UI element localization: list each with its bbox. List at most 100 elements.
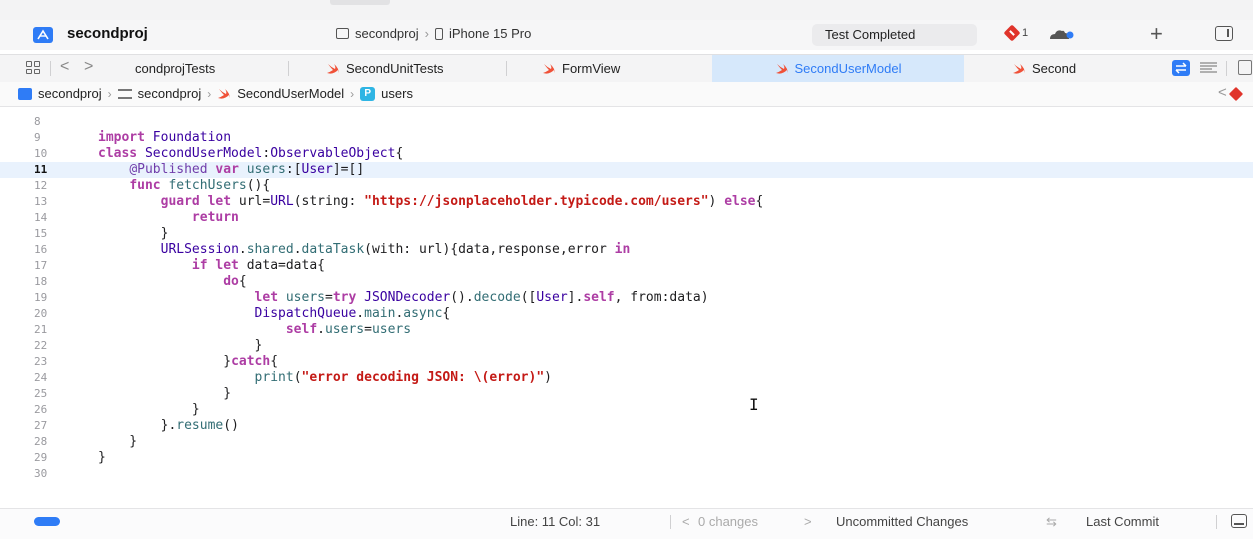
code-text[interactable]: return xyxy=(98,210,239,226)
code-text[interactable]: }.resume() xyxy=(98,418,239,434)
prev-issue-icon[interactable]: < xyxy=(1218,84,1227,101)
back-arrow-icon[interactable]: < xyxy=(60,58,69,76)
code-text[interactable]: func fetchUsers(){ xyxy=(98,178,270,194)
code-text[interactable]: do{ xyxy=(98,274,246,290)
line-number[interactable]: 14 xyxy=(34,210,64,226)
code-line[interactable]: 18 do{ xyxy=(0,274,1253,290)
code-line[interactable]: 11 @Published var users:[User]=[] xyxy=(0,162,1253,178)
line-number[interactable]: 25 xyxy=(34,386,64,402)
line-number[interactable]: 8 xyxy=(34,114,64,130)
forward-arrow-icon[interactable]: > xyxy=(84,58,93,76)
scheme-project[interactable]: secondproj xyxy=(355,26,419,41)
uncommitted-changes[interactable]: Uncommitted Changes xyxy=(836,514,968,529)
code-line[interactable]: 19 let users=try JSONDecoder().decode([U… xyxy=(0,290,1253,306)
code-line[interactable]: 20 DispatchQueue.main.async{ xyxy=(0,306,1253,322)
code-line[interactable]: 27 }.resume() xyxy=(0,418,1253,434)
cursor-position[interactable]: Line: 11 Col: 31 xyxy=(510,514,600,529)
code-line[interactable]: 28 } xyxy=(0,434,1253,450)
code-line[interactable]: 22 } xyxy=(0,338,1253,354)
compare-icon[interactable]: ⇆ xyxy=(1046,514,1057,530)
code-text[interactable]: let users=try JSONDecoder().decode([User… xyxy=(98,290,709,306)
line-number[interactable]: 9 xyxy=(34,130,64,146)
code-line[interactable]: 24 print("error decoding JSON: \(error)"… xyxy=(0,370,1253,386)
code-text[interactable]: } xyxy=(98,226,169,242)
grid-icon[interactable] xyxy=(26,61,40,74)
code-text[interactable]: } xyxy=(98,434,137,450)
last-commit[interactable]: Last Commit xyxy=(1086,514,1159,529)
code-text[interactable]: } xyxy=(98,386,231,402)
tab-seconduserorderl-active[interactable]: SecondUserModel xyxy=(712,55,964,82)
line-number[interactable]: 16 xyxy=(34,242,64,258)
next-change-icon[interactable]: > xyxy=(804,514,812,529)
code-line[interactable]: 26 } xyxy=(0,402,1253,418)
code-text[interactable]: } xyxy=(98,338,263,354)
line-number[interactable]: 18 xyxy=(34,274,64,290)
breadcrumb-item[interactable]: secondproj xyxy=(38,86,102,101)
breadcrumb-item[interactable]: secondproj xyxy=(138,86,202,101)
breadcrumb-item[interactable]: SecondUserModel xyxy=(237,86,344,101)
line-number[interactable]: 23 xyxy=(34,354,64,370)
tab-formview[interactable]: FormView xyxy=(542,55,692,82)
code-line[interactable]: 14 return xyxy=(0,210,1253,226)
add-editor-icon[interactable] xyxy=(1238,60,1252,75)
line-number[interactable]: 12 xyxy=(34,178,64,194)
link-icon[interactable] xyxy=(1172,60,1190,76)
cloud-icon[interactable] xyxy=(1048,28,1074,40)
scheme-device[interactable]: iPhone 15 Pro xyxy=(449,26,531,41)
code-text[interactable]: if let data=data{ xyxy=(98,258,325,274)
line-number[interactable]: 13 xyxy=(34,194,64,210)
code-line[interactable]: 30 xyxy=(0,466,1253,482)
breadcrumb-item[interactable]: users xyxy=(381,86,413,101)
code-text[interactable]: @Published var users:[User]=[] xyxy=(98,162,364,178)
source-editor[interactable]: 8 9 import Foundation 10 class SecondUserMod… xyxy=(0,109,1253,501)
line-number[interactable]: 26 xyxy=(34,402,64,418)
line-number[interactable]: 22 xyxy=(34,338,64,354)
code-line[interactable]: 12 func fetchUsers(){ xyxy=(0,178,1253,194)
sidebar-icon[interactable] xyxy=(1215,26,1233,41)
code-line[interactable]: 23 }catch{ xyxy=(0,354,1253,370)
code-line[interactable]: 15 } xyxy=(0,226,1253,242)
code-line[interactable]: 13 guard let url=URL(string: "https://js… xyxy=(0,194,1253,210)
code-line[interactable]: 16 URLSession.shared.dataTask(with: url)… xyxy=(0,242,1253,258)
code-text[interactable]: print("error decoding JSON: \(error)") xyxy=(98,370,552,386)
code-text[interactable]: URLSession.shared.dataTask(with: url){da… xyxy=(98,242,631,258)
line-number[interactable]: 19 xyxy=(34,290,64,306)
issue-indicator[interactable]: 1 xyxy=(1003,24,1028,42)
code-text[interactable]: import Foundation xyxy=(98,130,231,146)
line-number[interactable]: 27 xyxy=(34,418,64,434)
scheme-selector[interactable]: secondproj › iPhone 15 Pro xyxy=(336,26,531,41)
lines-icon[interactable] xyxy=(1200,62,1217,74)
line-number[interactable]: 30 xyxy=(34,466,64,482)
line-number[interactable]: 20 xyxy=(34,306,64,322)
code-line[interactable]: 9 import Foundation xyxy=(0,130,1253,146)
code-text[interactable]: }catch{ xyxy=(98,354,278,370)
line-number[interactable]: 29 xyxy=(34,450,64,466)
code-text[interactable]: DispatchQueue.main.async{ xyxy=(98,306,451,322)
tab-condprojtests[interactable]: condprojTests xyxy=(135,55,285,82)
tab-secondunittests[interactable]: SecondUnitTests xyxy=(326,55,476,82)
line-number[interactable]: 17 xyxy=(34,258,64,274)
code-line[interactable]: 17 if let data=data{ xyxy=(0,258,1253,274)
project-title[interactable]: secondproj xyxy=(67,25,148,42)
line-number[interactable]: 15 xyxy=(34,226,64,242)
line-number[interactable]: 10 xyxy=(34,146,64,162)
tab-second[interactable]: Second xyxy=(1012,55,1162,82)
code-text[interactable]: self.users=users xyxy=(98,322,411,338)
debug-area-icon[interactable] xyxy=(1231,514,1247,528)
line-number[interactable]: 21 xyxy=(34,322,64,338)
line-number[interactable]: 28 xyxy=(34,434,64,450)
code-line[interactable]: 10 class SecondUserModel:ObservableObject… xyxy=(0,146,1253,162)
code-line[interactable]: 8 xyxy=(0,114,1253,130)
line-number[interactable]: 11 xyxy=(34,162,64,178)
issue-navigation[interactable]: < xyxy=(1218,84,1243,101)
plus-icon[interactable]: + xyxy=(1150,21,1163,47)
code-line[interactable]: 25 } xyxy=(0,386,1253,402)
prev-change-icon[interactable]: < xyxy=(682,514,690,529)
line-number[interactable]: 24 xyxy=(34,370,64,386)
code-text[interactable]: } xyxy=(98,450,106,466)
code-text[interactable]: } xyxy=(98,402,200,418)
code-line[interactable]: 21 self.users=users xyxy=(0,322,1253,338)
code-text[interactable]: guard let url=URL(string: "https://jsonp… xyxy=(98,194,764,210)
code-text[interactable]: class SecondUserModel:ObservableObject{ xyxy=(98,146,403,162)
code-line[interactable]: 29} xyxy=(0,450,1253,466)
